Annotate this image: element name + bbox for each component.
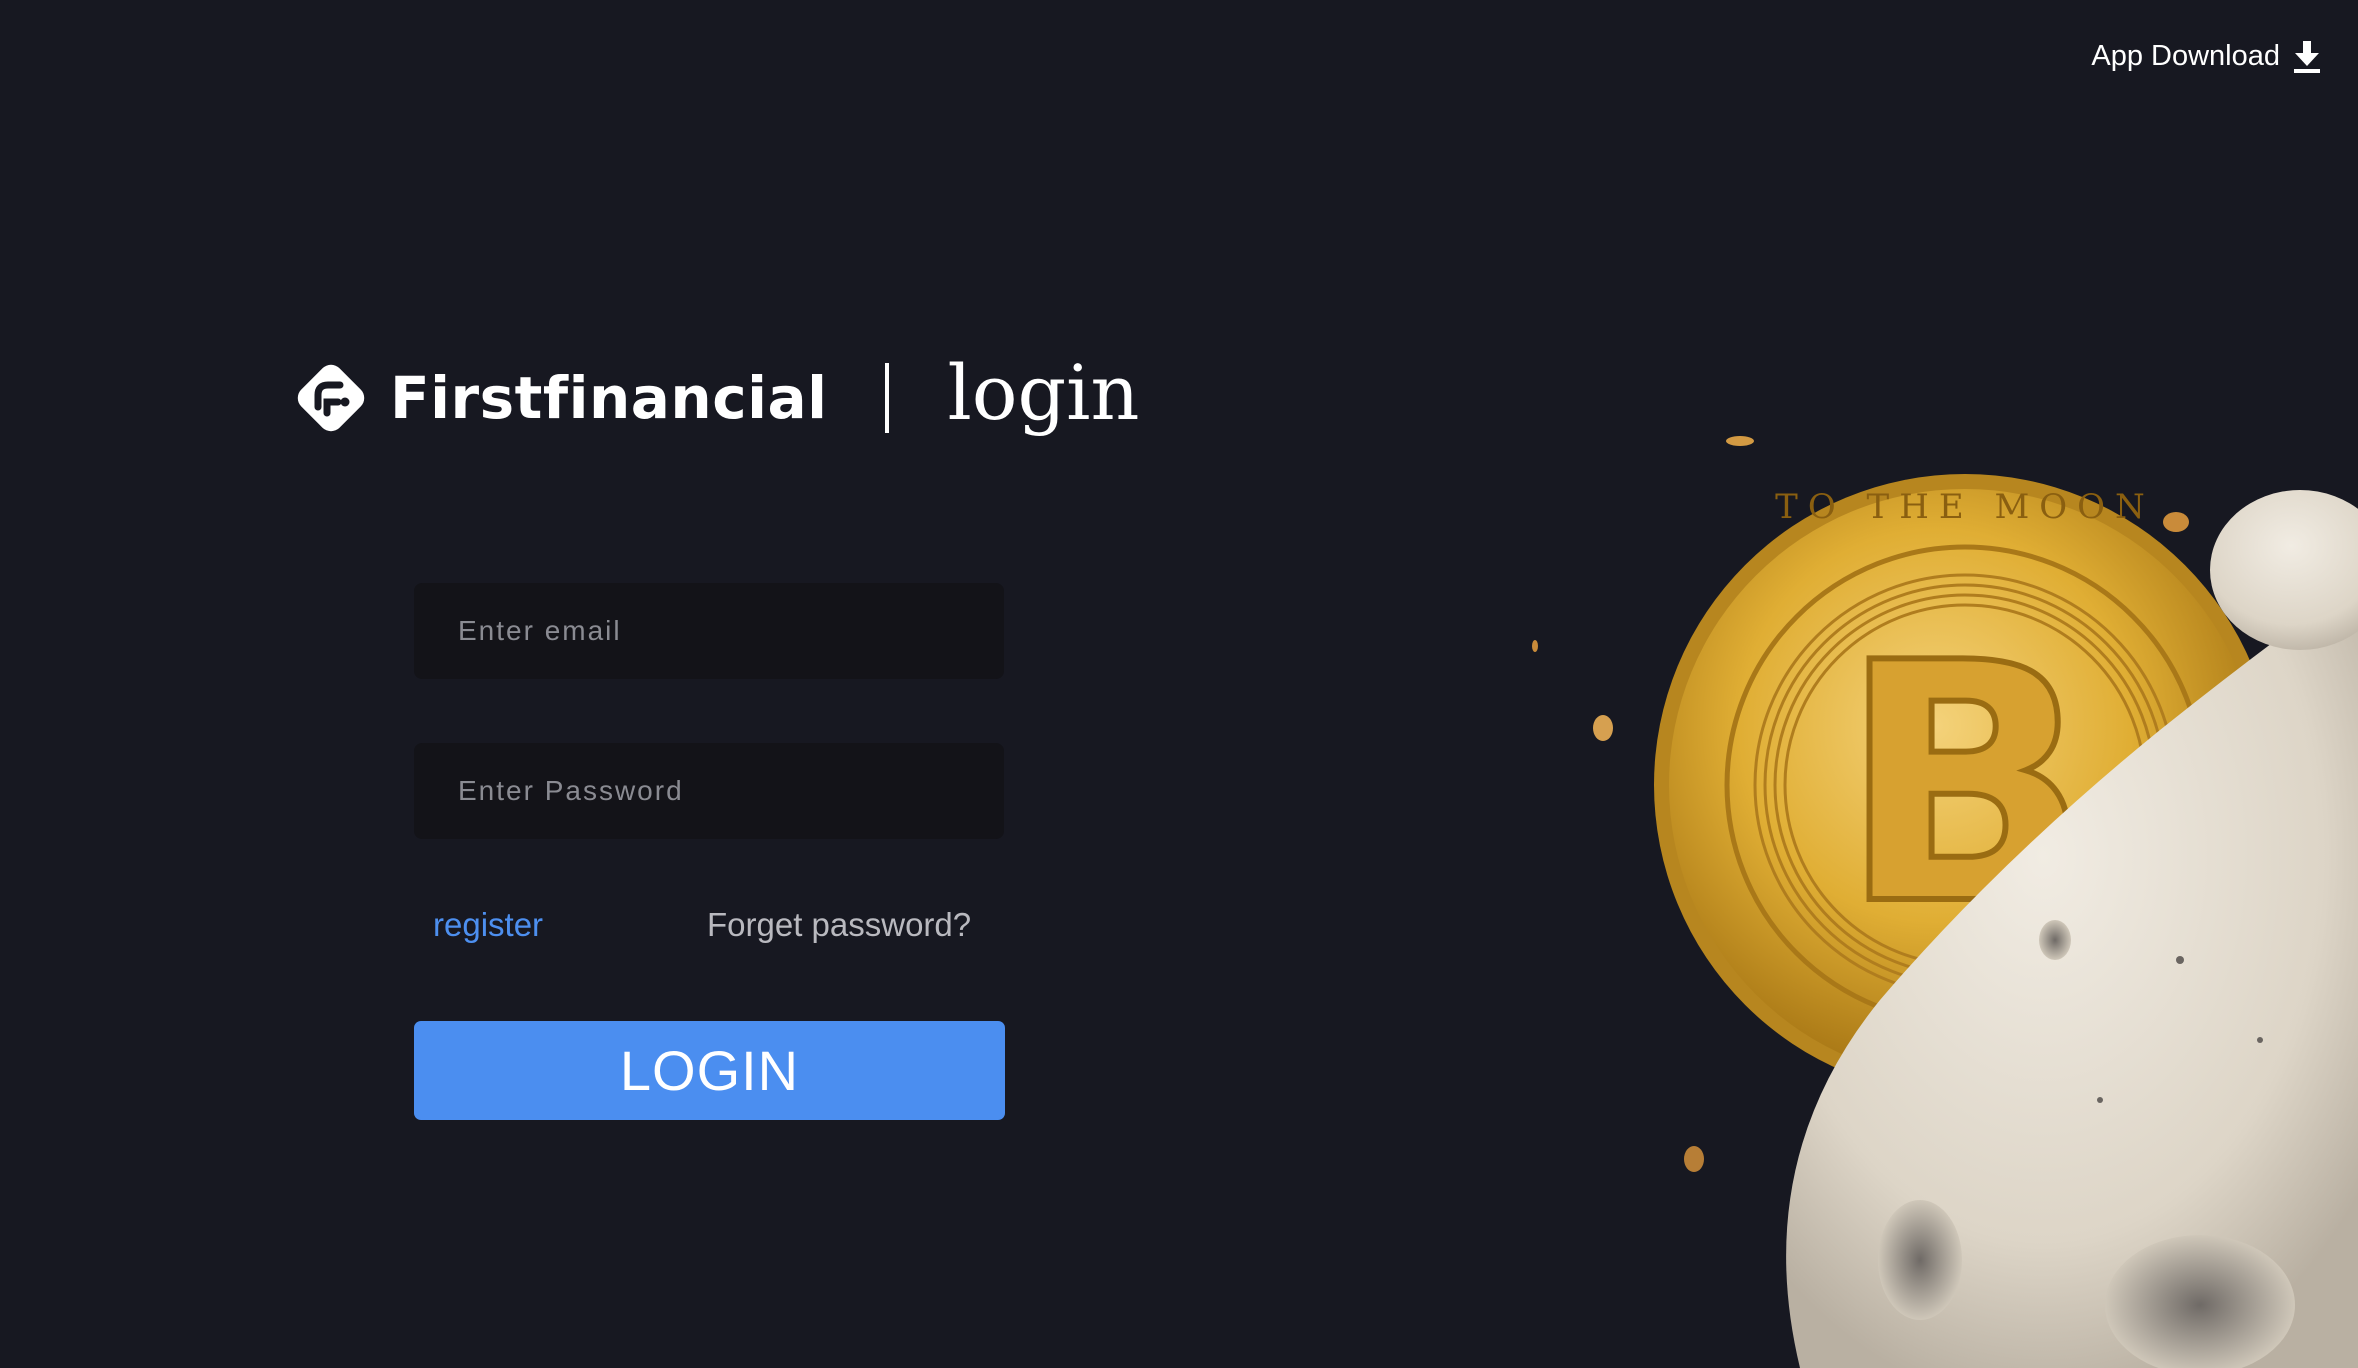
download-icon [2294,40,2320,73]
svg-text:TO THE MOON: TO THE MOON [1775,487,2155,527]
bitcoin-moon-illustration: B TO THE MOON [1532,436,2358,1368]
brand-header: Firstfinancial login [290,352,1139,444]
app-download-link[interactable]: App Download [2091,40,2320,73]
forget-password-link[interactable]: Forget password? [707,906,971,944]
brand-divider [885,363,890,433]
email-input[interactable] [456,614,962,648]
password-field-container [414,743,1004,839]
brand-name: Firstfinancial [390,364,828,432]
password-input[interactable] [456,774,962,808]
firstfinancial-logo [297,364,365,432]
login-page: App Download Firstfinancial login regist… [0,0,2358,1368]
login-button[interactable]: LOGIN [414,1021,1005,1120]
page-title: login [947,348,1140,437]
email-field-container [414,583,1004,679]
register-link[interactable]: register [433,906,543,944]
app-download-label: App Download [2091,40,2280,72]
